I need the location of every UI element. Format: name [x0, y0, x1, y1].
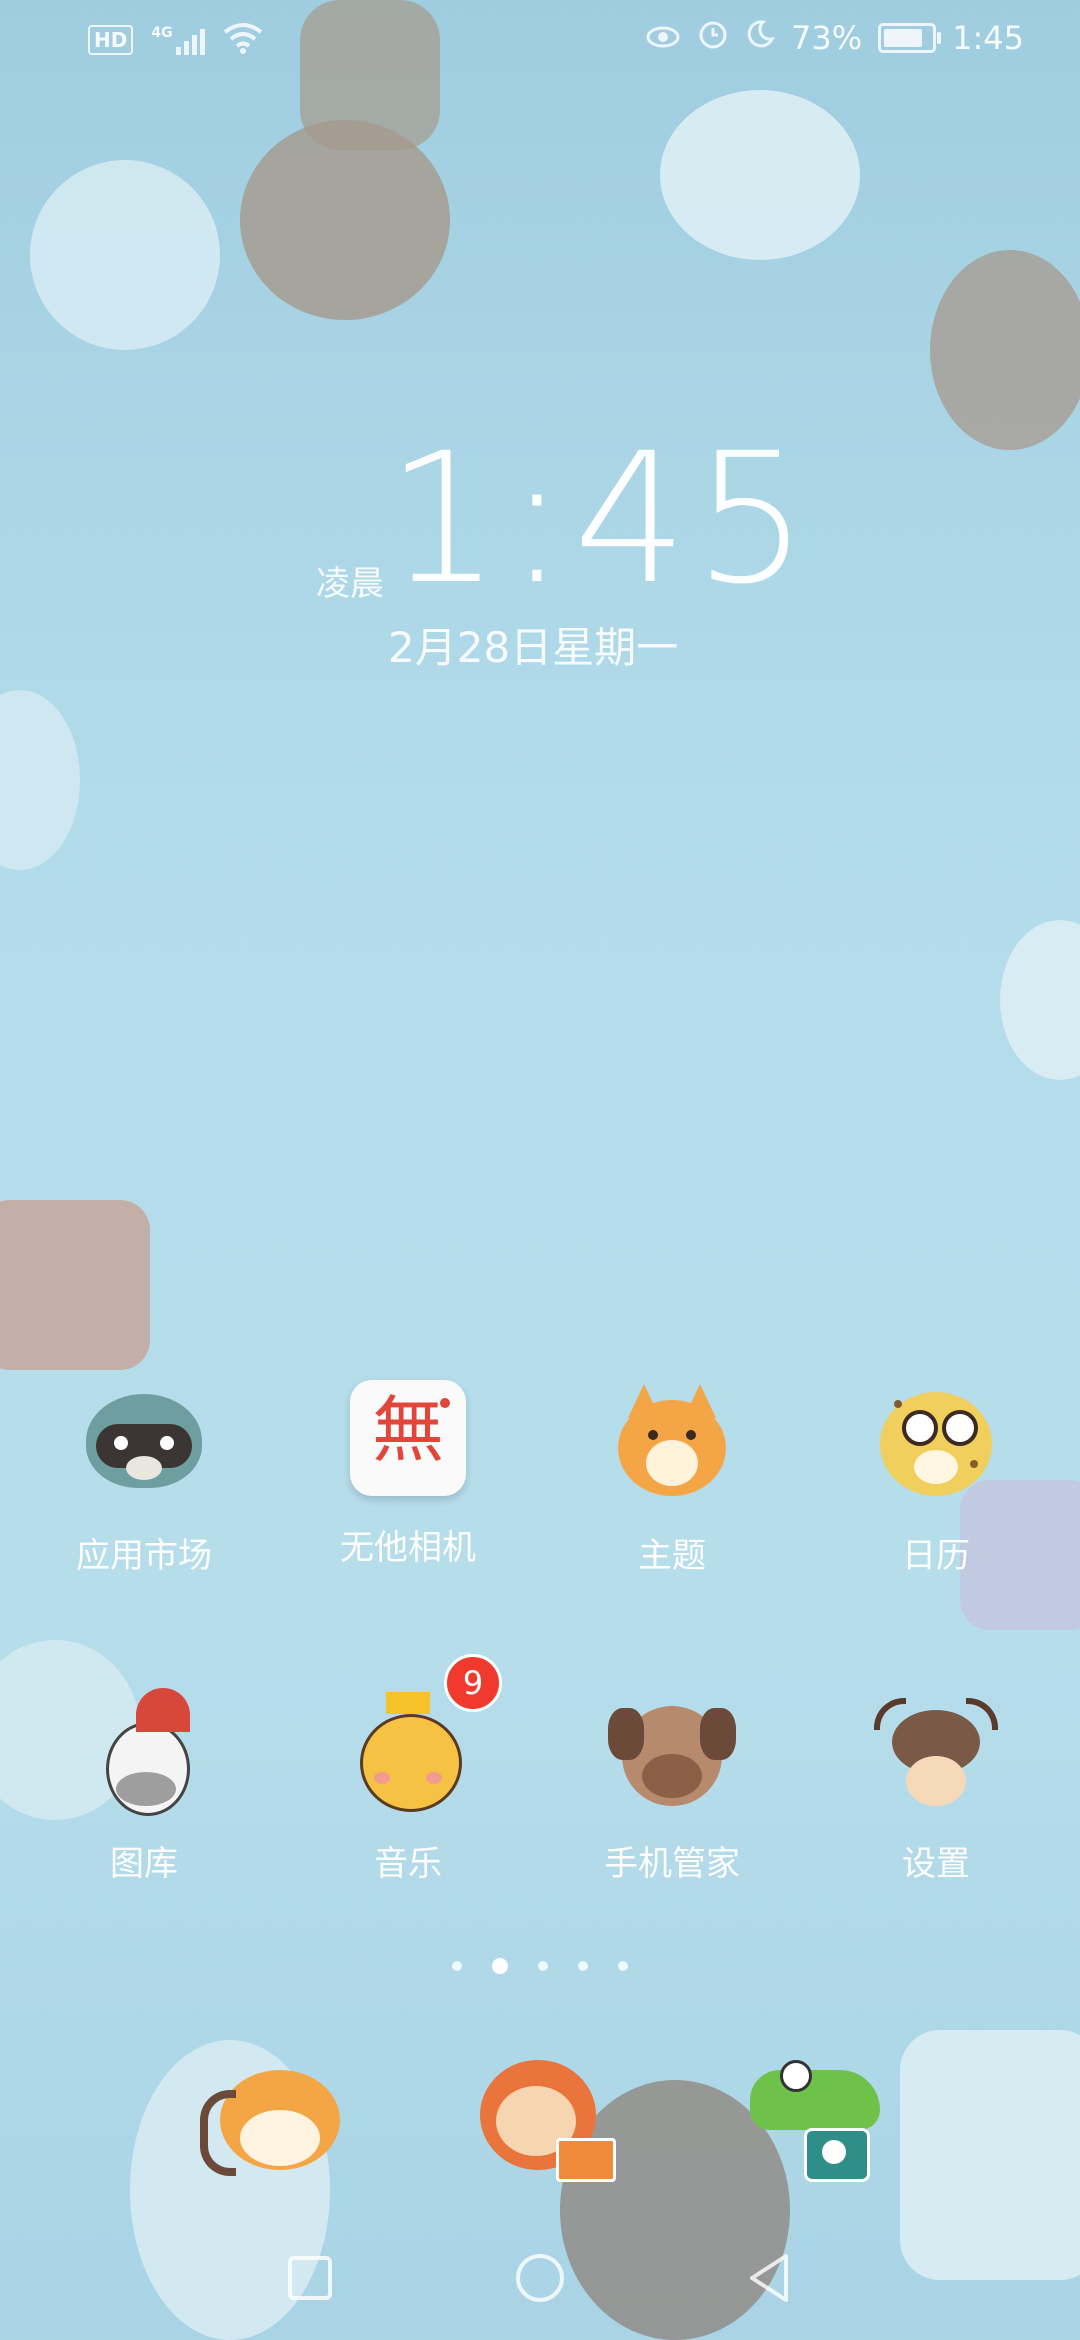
app-label: 手机管家 — [604, 1844, 740, 1884]
app-label: 日历 — [902, 1536, 970, 1576]
page-dot[interactable] — [538, 1961, 548, 1971]
clock-time: 1:45 — [386, 415, 815, 624]
alarm-icon — [697, 18, 729, 58]
seal-decoration — [660, 90, 860, 260]
signal-icon: 4G — [151, 25, 205, 55]
fox-decoration — [0, 1200, 150, 1370]
messages-sloth-icon — [470, 2040, 620, 2190]
eye-comfort-icon — [645, 19, 681, 57]
app-calendar[interactable]: 日历 — [836, 1380, 1036, 1577]
app-themes[interactable]: 主题 — [572, 1380, 772, 1577]
wifi-icon — [223, 22, 263, 58]
do-not-disturb-icon — [745, 19, 775, 57]
app-settings[interactable]: 设置 — [836, 1688, 1036, 1885]
bird-decoration — [1000, 920, 1080, 1080]
status-time: 1:45 — [952, 19, 1024, 57]
battery-icon — [878, 23, 942, 53]
fox-icon — [610, 1380, 734, 1504]
network-type: 4G — [151, 25, 173, 41]
app-label: 音乐 — [374, 1844, 442, 1884]
recents-button[interactable] — [280, 2248, 340, 2308]
dog-icon — [608, 1688, 736, 1812]
wuta-camera-icon: 無 — [350, 1380, 466, 1496]
phone-fox-icon — [200, 2040, 350, 2190]
app-label: 无他相机 — [340, 1528, 476, 1568]
back-button[interactable] — [740, 2248, 800, 2308]
camera-crocodile-icon — [740, 2040, 890, 2190]
cat-decoration — [900, 2030, 1080, 2280]
notification-badge: 9 — [444, 1654, 502, 1712]
owl-decoration — [0, 690, 80, 870]
circle-icon — [516, 2254, 564, 2302]
page-dot[interactable] — [452, 1961, 462, 1971]
app-music[interactable]: 9 音乐 — [308, 1654, 508, 1885]
status-bar: HD 4G 73% 1:45 — [0, 0, 1080, 80]
clock-period: 凌晨 — [316, 564, 384, 604]
status-right: 73% 1:45 — [645, 18, 1024, 58]
bear-decoration — [240, 120, 450, 320]
app-wuta-camera[interactable]: 無 无他相机 — [308, 1380, 508, 1569]
square-icon — [288, 2256, 332, 2300]
leopard-icon — [874, 1380, 998, 1504]
page-dot[interactable] — [578, 1961, 588, 1971]
battery-percent: 73% — [791, 19, 863, 57]
polar-bear-decoration — [30, 160, 220, 350]
page-dot-active[interactable] — [492, 1958, 508, 1974]
home-button[interactable] — [510, 2248, 570, 2308]
hd-badge: HD — [88, 25, 134, 55]
raccoon-icon — [82, 1380, 206, 1504]
bee-icon — [346, 1688, 470, 1812]
app-label: 设置 — [902, 1844, 970, 1884]
app-phone-manager[interactable]: 手机管家 — [572, 1688, 772, 1885]
yak-icon — [874, 1688, 998, 1812]
zebra-icon — [82, 1688, 206, 1816]
page-indicator — [0, 1958, 1080, 1974]
app-gallery[interactable]: 图库 — [44, 1688, 244, 1885]
triangle-back-icon — [750, 2254, 788, 2302]
clock-date: 2月28日星期一 — [388, 623, 679, 672]
app-label: 主题 — [638, 1536, 706, 1576]
dock-phone[interactable] — [200, 2040, 350, 2190]
deer-decoration — [930, 250, 1080, 450]
dock-camera[interactable] — [740, 2040, 890, 2190]
app-label: 应用市场 — [76, 1536, 212, 1576]
app-label: 图库 — [110, 1844, 178, 1884]
dock-messages[interactable] — [470, 2040, 620, 2190]
status-left: HD 4G — [88, 22, 263, 58]
page-dot[interactable] — [618, 1961, 628, 1971]
app-appgallery[interactable]: 应用市场 — [44, 1380, 244, 1577]
